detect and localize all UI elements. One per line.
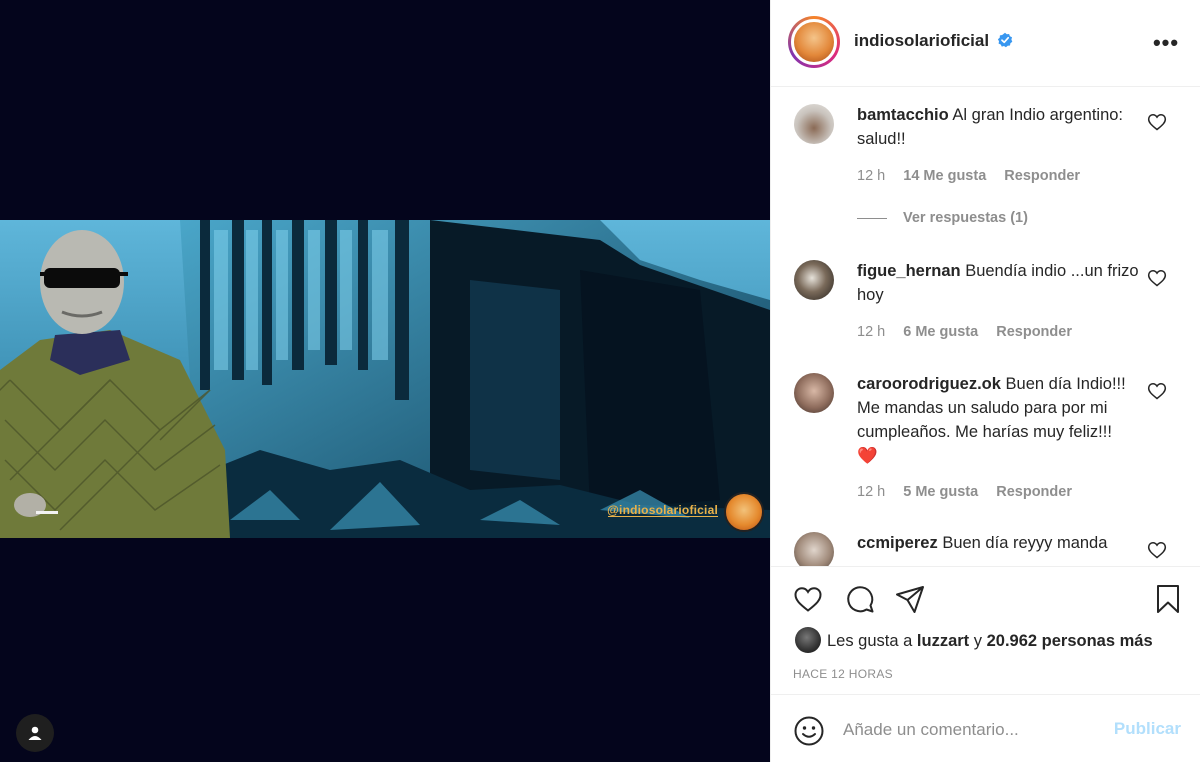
author-avatar[interactable] <box>788 16 840 68</box>
comment-emoji: ❤️ <box>857 447 878 465</box>
comment-like-heart-icon[interactable] <box>1147 112 1167 132</box>
comment-like-heart-icon[interactable] <box>1147 268 1167 288</box>
user-tag-icon[interactable] <box>16 714 54 752</box>
comment-body: ccmiperez Buen día reyyy manda <box>857 531 1147 555</box>
more-options-button[interactable]: ••• <box>1151 28 1181 58</box>
commenter-username[interactable]: bamtacchio <box>857 106 949 124</box>
comment-meta: 12 h 6 Me gusta Responder <box>857 324 1086 340</box>
commenter-avatar[interactable] <box>794 532 834 566</box>
view-replies-button[interactable]: Ver respuestas (1) <box>857 210 1028 226</box>
commenter-avatar[interactable] <box>794 373 834 413</box>
likes-others[interactable]: 20.962 personas más <box>987 632 1153 650</box>
share-icon[interactable] <box>894 583 926 615</box>
heart-icon[interactable] <box>792 583 824 615</box>
comment-time[interactable]: 12 h <box>857 168 885 184</box>
post-timestamp[interactable]: HACE 12 HORAS <box>793 667 893 681</box>
view-replies-label: Ver respuestas (1) <box>903 210 1028 226</box>
post-watermark-logo <box>724 492 764 532</box>
liker-username[interactable]: luzzart <box>917 632 969 650</box>
post-watermark-text: @indiosolarioficial <box>607 503 718 517</box>
commenter-username[interactable]: figue_hernan <box>857 262 961 280</box>
replies-divider <box>857 217 887 219</box>
add-comment-bar: Publicar <box>771 694 1200 762</box>
comment-likes[interactable]: 5 Me gusta <box>903 484 978 500</box>
comment-reply-button[interactable]: Responder <box>1004 168 1080 184</box>
user-tag-glyph <box>28 726 42 740</box>
comment-like-heart-icon[interactable] <box>1147 540 1167 560</box>
commenter-avatar[interactable] <box>794 104 834 144</box>
comment-meta: 12 h 14 Me gusta Responder <box>857 168 1094 184</box>
comment-meta: 12 h 5 Me gusta Responder <box>857 484 1086 500</box>
bookmark-icon[interactable] <box>1152 583 1184 615</box>
liker-avatar[interactable] <box>795 627 821 653</box>
author-username[interactable]: indiosolarioficial <box>854 31 989 50</box>
comment-likes[interactable]: 14 Me gusta <box>903 168 986 184</box>
post-header: indiosolarioficial ••• <box>771 0 1200 87</box>
post-media[interactable]: @indiosolarioficial <box>0 0 770 762</box>
emoji-icon[interactable] <box>793 715 825 747</box>
comment-reply-button[interactable]: Responder <box>996 484 1072 500</box>
commenter-username[interactable]: ccmiperez <box>857 534 938 552</box>
comment-body: figue_hernan Buendía indio ...un frizo h… <box>857 259 1147 307</box>
likes-summary[interactable]: Les gusta a luzzart y 20.962 personas má… <box>795 627 1153 653</box>
comment-body: caroorodriguez.ok Buen día Indio!!! Me m… <box>857 372 1127 468</box>
comment-text: Buen día reyyy manda <box>942 534 1108 552</box>
post-actions: Les gusta a luzzart y 20.962 personas má… <box>771 566 1200 694</box>
post-image: @indiosolarioficial <box>0 220 770 538</box>
commenter-username[interactable]: caroorodriguez.ok <box>857 375 1001 393</box>
comment-input[interactable] <box>843 715 1103 745</box>
comment-likes[interactable]: 6 Me gusta <box>903 324 978 340</box>
publish-button[interactable]: Publicar <box>1114 719 1181 739</box>
comment-like-heart-icon[interactable] <box>1147 381 1167 401</box>
comments-list: bamtacchio Al gran Indio argentino: salu… <box>771 88 1200 566</box>
post-image-scene <box>0 220 770 538</box>
post-watermark-underline <box>608 516 718 517</box>
likes-prefix: Les gusta a <box>827 632 913 650</box>
comment-time[interactable]: 12 h <box>857 324 885 340</box>
comment-reply-button[interactable]: Responder <box>996 324 1072 340</box>
verified-icon <box>997 32 1013 48</box>
commenter-avatar[interactable] <box>794 260 834 300</box>
post-sidebar: indiosolarioficial ••• bamtacchio Al gra… <box>770 0 1200 762</box>
comment-time[interactable]: 12 h <box>857 484 885 500</box>
comment-body: bamtacchio Al gran Indio argentino: salu… <box>857 103 1147 151</box>
likes-joiner: y <box>973 632 983 650</box>
comment-icon[interactable] <box>844 583 876 615</box>
author-username-row: indiosolarioficial <box>854 31 1013 51</box>
